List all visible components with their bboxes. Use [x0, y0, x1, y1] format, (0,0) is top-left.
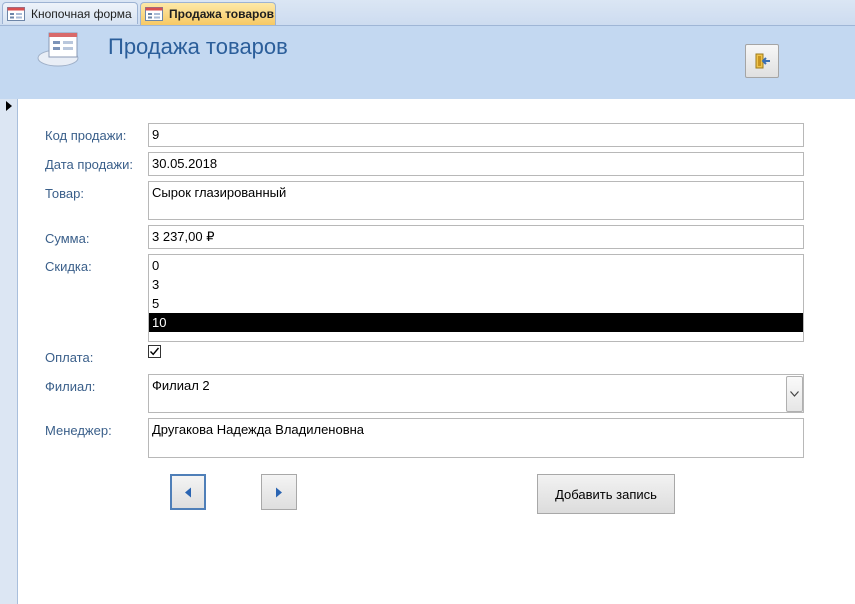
manager-field[interactable]: Другакова Надежда Владиленовна — [148, 418, 804, 458]
amount-label: Сумма: — [45, 231, 90, 246]
chevron-down-icon — [790, 391, 799, 397]
product-field[interactable]: Сырок глазированный — [148, 181, 804, 220]
list-item[interactable]: 3 — [149, 275, 803, 294]
tab-label: Кнопочная форма — [31, 6, 132, 21]
product-label: Товар: — [45, 186, 84, 201]
previous-record-button[interactable] — [170, 474, 206, 510]
form-logo-icon — [37, 32, 79, 67]
tab-sales-form[interactable]: Продажа товаров — [140, 2, 276, 25]
branch-value: Филиал 2 — [152, 378, 210, 393]
checkmark-icon — [149, 347, 160, 356]
sale-code-field[interactable]: 9 — [148, 123, 804, 147]
record-selector[interactable] — [0, 99, 18, 604]
form-title: Продажа товаров — [108, 34, 288, 59]
tab-switchboard-form[interactable]: Кнопочная форма — [2, 2, 138, 24]
triangle-right-icon — [276, 487, 282, 497]
manager-label: Менеджер: — [45, 423, 112, 438]
form-icon — [7, 6, 25, 21]
form-header: Продажа товаров — [0, 26, 855, 99]
list-item[interactable]: 0 — [149, 256, 803, 275]
list-item-selected[interactable]: 10 — [149, 313, 803, 332]
discount-label: Скидка: — [45, 259, 92, 274]
discount-listbox[interactable]: 0 3 5 10 — [148, 254, 804, 342]
branch-label: Филиал: — [45, 379, 96, 394]
payment-label: Оплата: — [45, 350, 94, 365]
sale-code-label: Код продажи: — [45, 128, 127, 143]
sale-date-field[interactable]: 30.05.2018 — [148, 152, 804, 176]
triangle-left-icon — [185, 487, 191, 497]
payment-checkbox[interactable] — [148, 345, 161, 358]
amount-field[interactable]: 3 237,00 ₽ — [148, 225, 804, 249]
close-form-button[interactable] — [745, 44, 779, 78]
form-icon — [145, 7, 163, 21]
document-tab-strip: Кнопочная форма Продажа товаров — [0, 0, 855, 26]
list-item[interactable]: 5 — [149, 294, 803, 313]
tab-label: Продажа товаров — [169, 7, 275, 21]
add-record-button[interactable]: Добавить запись — [537, 474, 675, 514]
next-record-button[interactable] — [261, 474, 297, 510]
exit-door-icon — [755, 53, 770, 69]
record-pointer-icon — [6, 101, 12, 111]
branch-combobox[interactable]: Филиал 2 — [148, 374, 804, 413]
sale-date-label: Дата продажи: — [45, 157, 133, 172]
branch-dropdown-button[interactable] — [786, 376, 803, 412]
